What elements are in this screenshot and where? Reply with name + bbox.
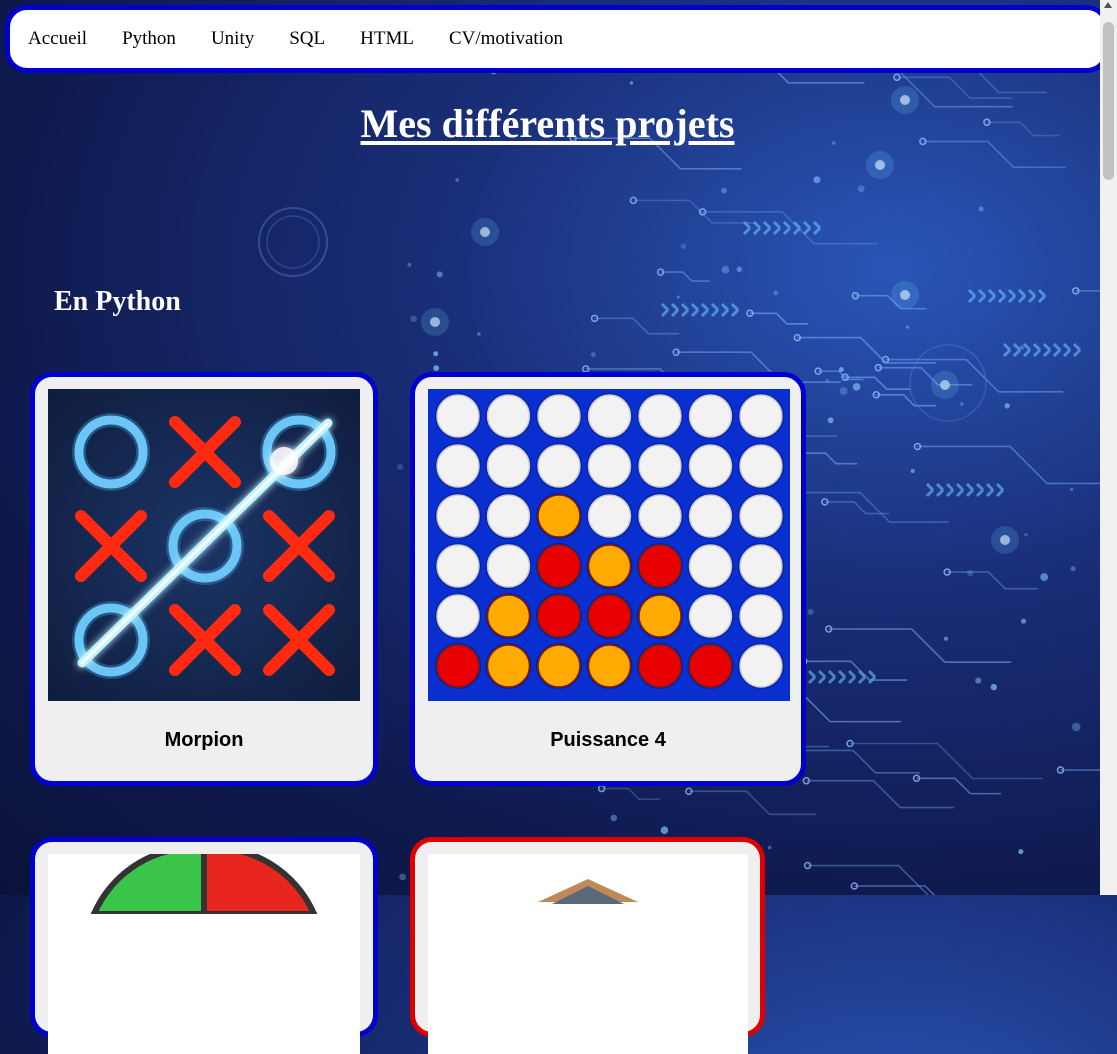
scroll-thumb[interactable] — [1103, 22, 1114, 180]
scrollbar[interactable] — [1100, 0, 1117, 895]
nav-link-sql[interactable]: SQL — [289, 28, 325, 50]
section-title-python: En Python — [54, 286, 181, 317]
nav-link-accueil[interactable]: Accueil — [28, 28, 87, 50]
nav-link-python[interactable]: Python — [122, 28, 176, 50]
tic-tac-toe-image — [48, 389, 360, 701]
project-4-image — [428, 854, 748, 1054]
project-card-puissance-4[interactable]: Puissance 4 — [410, 372, 806, 786]
project-card-label: Puissance 4 — [550, 729, 666, 751]
project-card-3[interactable] — [30, 837, 378, 1054]
top-navbar: Accueil Python Unity SQL HTML CV/motivat… — [5, 5, 1109, 73]
quiz-wheel-image — [48, 854, 360, 1054]
nav-link-html[interactable]: HTML — [360, 28, 414, 50]
nav-link-unity[interactable]: Unity — [211, 28, 254, 50]
connect-four-image — [428, 389, 790, 701]
project-card-4[interactable] — [410, 837, 765, 1054]
project-card-morpion[interactable]: Morpion — [30, 372, 378, 786]
project-card-label: Morpion — [164, 729, 244, 751]
scroll-up-icon[interactable] — [1104, 2, 1112, 8]
nav-link-cv-motivation[interactable]: CV/motivation — [449, 28, 563, 50]
page-title: Mes différents projets — [360, 101, 735, 146]
